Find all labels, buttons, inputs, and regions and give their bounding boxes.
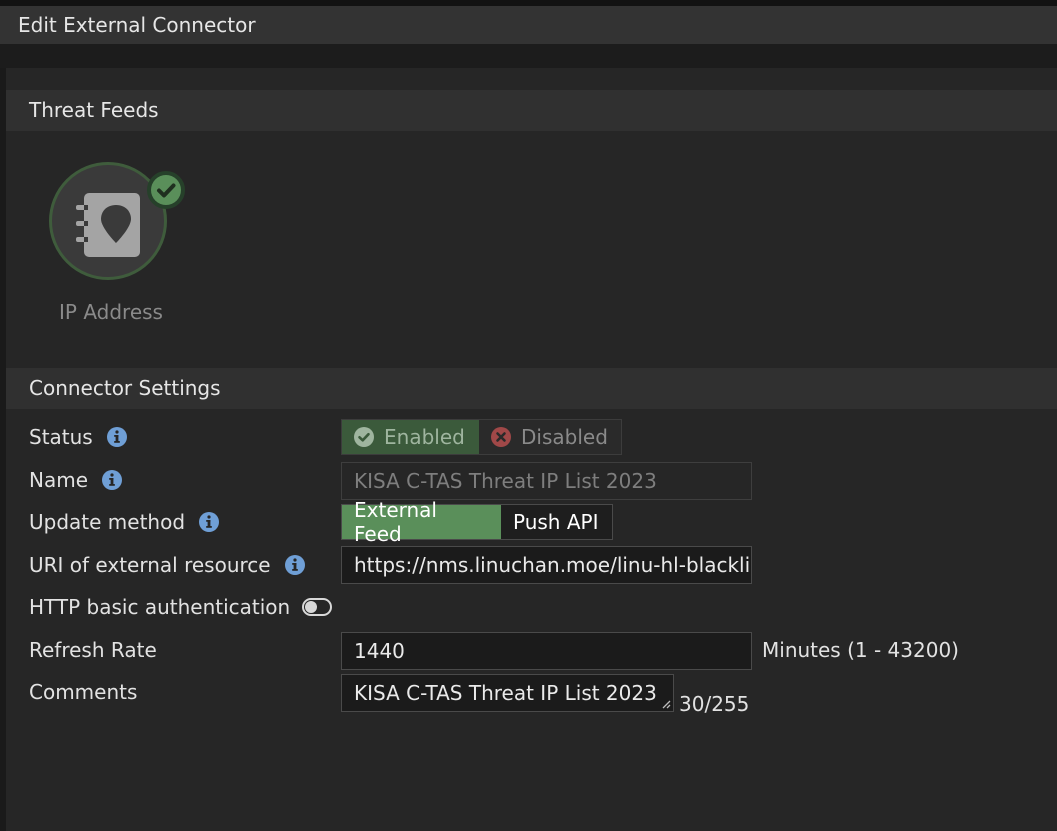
http-auth-label-row: HTTP basic authentication xyxy=(29,592,333,622)
connector-settings-header: Connector Settings xyxy=(6,368,1057,409)
status-toggle-group: Enabled Disabled xyxy=(341,419,622,455)
info-icon[interactable] xyxy=(102,470,123,490)
comments-label: Comments xyxy=(29,680,138,704)
name-label: Name xyxy=(29,468,89,492)
uri-input[interactable]: https://nms.linuchan.moe/linu-hl-blackli xyxy=(341,546,752,584)
status-label: Status xyxy=(29,425,93,449)
name-input[interactable]: KISA C-TAS Threat IP List 2023 xyxy=(341,462,752,500)
address-book-pin-icon xyxy=(76,193,140,257)
update-method-label-row: Update method xyxy=(29,507,220,537)
status-disabled-label: Disabled xyxy=(521,425,608,449)
http-auth-toggle[interactable] xyxy=(302,598,333,616)
dialog-title: Edit External Connector xyxy=(0,6,1057,44)
uri-label-row: URI of external resource xyxy=(29,550,305,580)
status-disabled-button[interactable]: Disabled xyxy=(479,420,621,454)
external-feed-label: External Feed xyxy=(354,498,437,546)
name-label-row: Name xyxy=(29,465,123,495)
comments-label-row: Comments xyxy=(29,677,137,707)
checkmark-icon xyxy=(151,175,181,205)
refresh-rate-input[interactable]: 1440 xyxy=(341,632,752,670)
left-edge xyxy=(0,68,6,831)
feed-tile-label: IP Address xyxy=(59,300,163,324)
refresh-rate-label: Refresh Rate xyxy=(29,638,157,662)
update-method-label: Update method xyxy=(29,510,186,534)
title-gap xyxy=(0,44,1057,68)
threat-feeds-header: Threat Feeds xyxy=(6,90,1057,131)
status-enabled-label: Enabled xyxy=(384,425,465,449)
status-label-row: Status xyxy=(29,422,127,452)
info-icon[interactable] xyxy=(199,512,220,532)
info-icon[interactable] xyxy=(106,427,127,447)
refresh-rate-label-row: Refresh Rate xyxy=(29,635,157,665)
info-icon[interactable] xyxy=(284,555,305,575)
uri-label: URI of external resource xyxy=(29,553,271,577)
comments-textarea[interactable]: KISA C-TAS Threat IP List 2023 xyxy=(341,674,674,712)
comments-text: KISA C-TAS Threat IP List 2023 xyxy=(354,681,657,705)
comments-char-counter: 30/255 xyxy=(679,692,750,716)
refresh-rate-hint: Minutes (1 - 43200) xyxy=(762,638,959,662)
push-api-label: Push API xyxy=(513,510,599,534)
http-auth-label: HTTP basic authentication xyxy=(29,595,291,619)
feed-selected-check-badge xyxy=(147,171,185,209)
toggle-knob xyxy=(305,601,318,613)
feed-tile-ip-address[interactable]: IP Address xyxy=(46,160,186,330)
update-method-push-api-button[interactable]: Push API xyxy=(501,505,612,539)
check-circle-icon xyxy=(354,427,374,447)
status-enabled-button[interactable]: Enabled xyxy=(342,420,479,454)
update-method-external-feed-button[interactable]: External Feed xyxy=(342,498,501,546)
x-circle-icon xyxy=(491,427,511,447)
update-method-toggle-group: External Feed Push API xyxy=(341,498,613,546)
resize-grip-icon[interactable] xyxy=(661,699,671,709)
